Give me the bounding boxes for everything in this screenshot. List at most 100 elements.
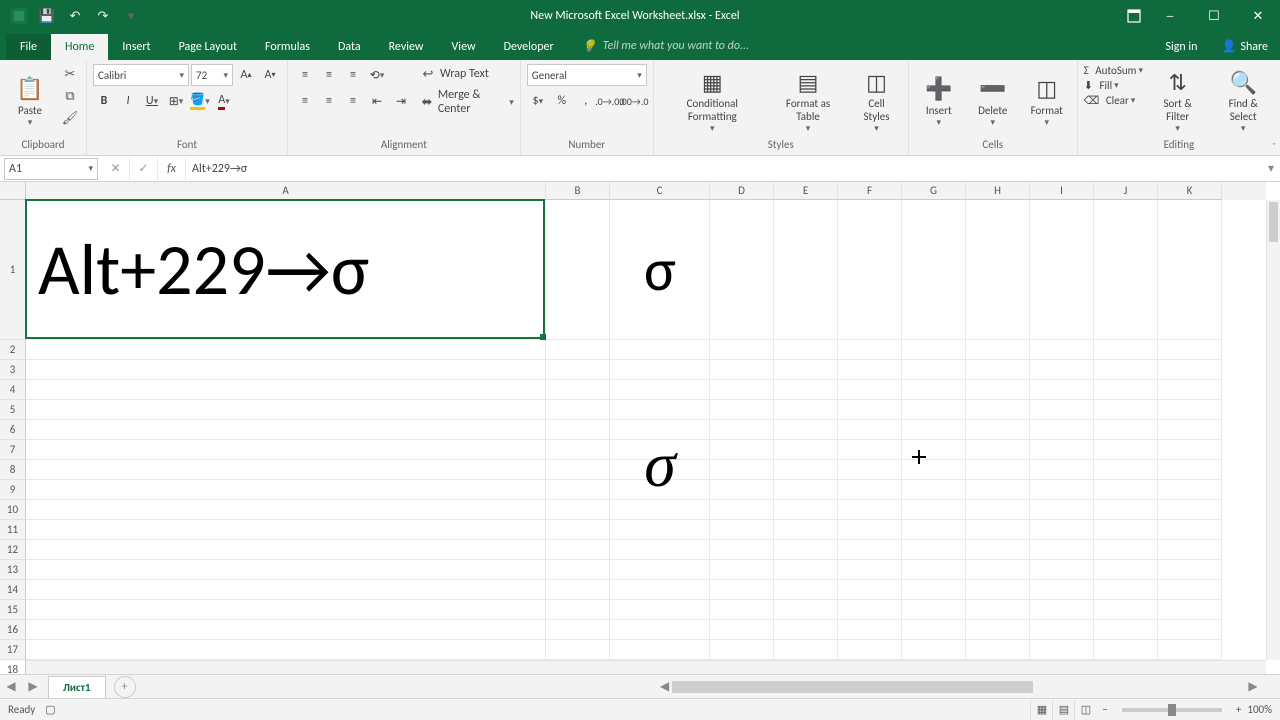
number-format-select[interactable]: General▾ [527, 64, 647, 86]
cell[interactable] [1158, 580, 1222, 600]
cell[interactable] [838, 440, 902, 460]
cell[interactable] [610, 540, 710, 560]
cell[interactable] [774, 420, 838, 440]
column-header[interactable]: H [966, 182, 1030, 200]
new-sheet-button[interactable]: + [114, 676, 136, 698]
cell[interactable] [1094, 400, 1158, 420]
cell[interactable] [966, 620, 1030, 640]
italic-button[interactable]: I [117, 90, 139, 112]
cell[interactable] [774, 400, 838, 420]
cell[interactable] [966, 580, 1030, 600]
cell[interactable] [838, 520, 902, 540]
cell[interactable] [838, 380, 902, 400]
cell[interactable] [26, 380, 546, 400]
tab-view[interactable]: View [438, 34, 490, 60]
cell[interactable] [610, 620, 710, 640]
cell[interactable] [26, 420, 546, 440]
cell[interactable] [546, 560, 610, 580]
cell[interactable] [710, 540, 774, 560]
cell[interactable] [1030, 420, 1094, 440]
cell[interactable] [610, 520, 710, 540]
align-right-icon[interactable]: ≡ [342, 90, 364, 112]
cell[interactable] [546, 340, 610, 360]
cell[interactable] [546, 600, 610, 620]
vertical-scrollbar[interactable] [1266, 200, 1280, 660]
maximize-button[interactable]: ☐ [1192, 0, 1236, 32]
cell[interactable] [1030, 360, 1094, 380]
cell[interactable] [838, 360, 902, 380]
cell[interactable] [966, 400, 1030, 420]
tab-formulas[interactable]: Formulas [251, 34, 324, 60]
zoom-in-button[interactable]: + [1236, 703, 1241, 716]
cell[interactable] [1030, 460, 1094, 480]
cell-content[interactable]: Alt+229→σ [26, 200, 546, 340]
format-painter-icon[interactable]: 🖌 [60, 108, 80, 128]
bold-button[interactable]: B [93, 90, 115, 112]
cell[interactable] [710, 520, 774, 540]
inc-indent-icon[interactable]: ⇥ [390, 90, 412, 112]
cell[interactable] [1158, 480, 1222, 500]
font-name-select[interactable]: Calibri▾ [93, 64, 189, 86]
row-header[interactable]: 15 [0, 600, 26, 620]
cell[interactable] [1030, 380, 1094, 400]
cell[interactable] [902, 420, 966, 440]
row-header[interactable]: 3 [0, 360, 26, 380]
cell[interactable] [1158, 440, 1222, 460]
row-header[interactable]: 6 [0, 420, 26, 440]
cell[interactable] [710, 480, 774, 500]
format-as-table-button[interactable]: ▤Format as Table▾ [771, 64, 845, 136]
font-size-select[interactable]: 72▾ [191, 64, 233, 86]
cell[interactable] [26, 360, 546, 380]
insert-cells-button[interactable]: ➕Insert▾ [915, 64, 963, 136]
cell[interactable] [902, 600, 966, 620]
cell[interactable] [966, 380, 1030, 400]
cell[interactable] [774, 580, 838, 600]
clear-button[interactable]: ⌫ Clear▾ [1084, 94, 1143, 107]
cell[interactable] [710, 360, 774, 380]
underline-button[interactable]: U▾ [141, 90, 163, 112]
cell[interactable] [546, 540, 610, 560]
next-sheet-icon[interactable]: ▶ [22, 676, 44, 698]
cell[interactable] [902, 200, 966, 340]
share-button[interactable]: 👤Share [1209, 33, 1280, 60]
cell[interactable] [774, 620, 838, 640]
page-layout-view-icon[interactable]: ▤ [1052, 700, 1074, 720]
redo-icon[interactable]: ↷ [92, 5, 114, 27]
cell[interactable] [1094, 420, 1158, 440]
font-color-button[interactable]: A▾ [213, 90, 235, 112]
tell-me-search[interactable]: 💡Tell me what you want to do... [568, 33, 763, 60]
wrap-text-button[interactable]: ↩Wrap Text [418, 64, 514, 84]
cell[interactable] [1030, 200, 1094, 340]
undo-icon[interactable]: ↶ [64, 5, 86, 27]
paste-button[interactable]: 📋 Paste ▾ [6, 64, 54, 136]
cell[interactable] [838, 400, 902, 420]
cell-content[interactable]: σ [610, 420, 710, 510]
sign-in-link[interactable]: Sign in [1153, 34, 1209, 60]
select-all-corner[interactable] [0, 182, 26, 200]
row-header[interactable]: 12 [0, 540, 26, 560]
cell-styles-button[interactable]: ◫Cell Styles▾ [851, 64, 901, 136]
column-header[interactable]: E [774, 182, 838, 200]
comma-format-icon[interactable]: , [575, 90, 597, 112]
cell[interactable] [710, 420, 774, 440]
normal-view-icon[interactable]: ▦ [1030, 700, 1052, 720]
cell[interactable] [26, 500, 546, 520]
cell[interactable] [546, 580, 610, 600]
inc-decimal-icon[interactable]: .0→.00 [599, 90, 621, 112]
format-cells-button[interactable]: ◫Format▾ [1023, 64, 1071, 136]
cell[interactable] [546, 420, 610, 440]
percent-format-icon[interactable]: % [551, 90, 573, 112]
dec-decimal-icon[interactable]: .00→.0 [623, 90, 645, 112]
cell[interactable] [546, 500, 610, 520]
cell[interactable] [26, 340, 546, 360]
cell[interactable] [838, 420, 902, 440]
cell[interactable] [1030, 520, 1094, 540]
cell[interactable] [26, 620, 546, 640]
cell[interactable] [902, 540, 966, 560]
align-left-icon[interactable]: ≡ [294, 90, 316, 112]
cell[interactable] [902, 340, 966, 360]
prev-sheet-icon[interactable]: ◀ [0, 676, 22, 698]
cell[interactable] [1030, 440, 1094, 460]
orientation-icon[interactable]: ⟲▾ [366, 64, 388, 86]
cell[interactable] [966, 560, 1030, 580]
